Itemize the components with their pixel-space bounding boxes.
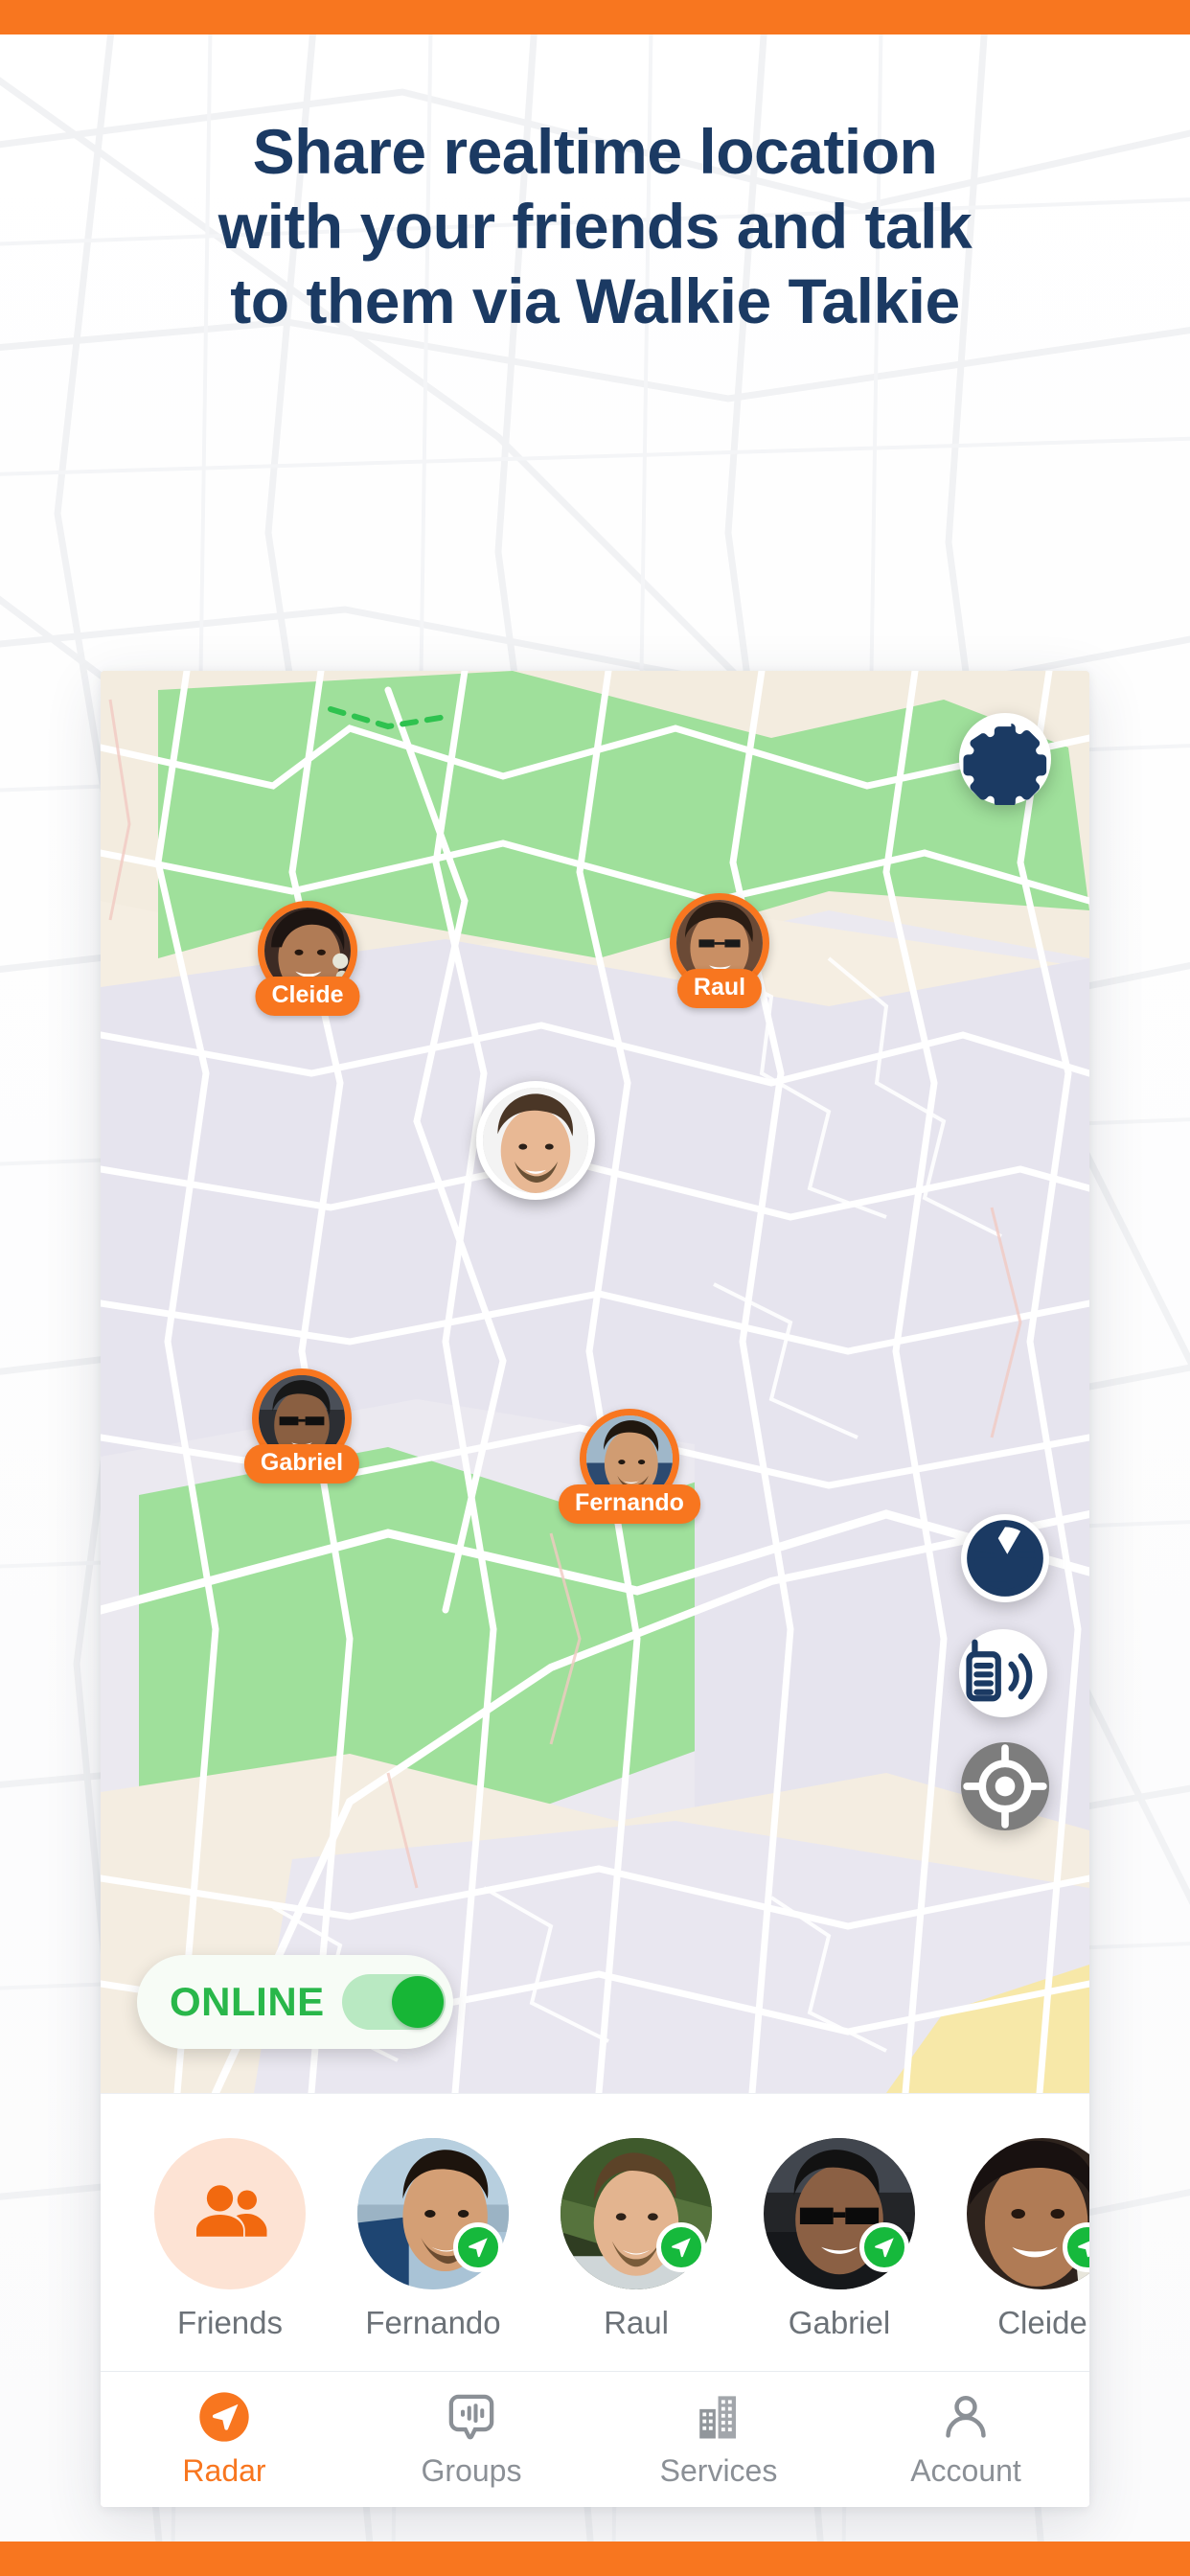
navigation-arrow-icon: [1078, 2241, 1089, 2258]
nav-label-account: Account: [910, 2453, 1021, 2488]
online-toggle-switch[interactable]: [341, 1974, 446, 2030]
headline-line-2: with your friends and talk: [217, 190, 973, 262]
nav-item-services[interactable]: Services: [595, 2390, 842, 2489]
map-pin-label: Fernando: [559, 1484, 700, 1524]
nav-item-radar[interactable]: Radar: [101, 2390, 348, 2489]
gear-icon: [963, 724, 1047, 805]
crosshair-icon: [963, 1744, 1047, 1828]
map-settings-button[interactable]: [959, 713, 1051, 805]
headline-line-3: to them via Walkie Talkie: [230, 264, 960, 336]
services-icon-wrap: [693, 2390, 744, 2444]
navigation-arrow-icon: [199, 2392, 249, 2442]
online-badge: [859, 2222, 909, 2272]
avatar-photo-self: [483, 1088, 588, 1193]
map-pin-raul[interactable]: Raul: [670, 893, 769, 1008]
map-pin-label: Cleide: [255, 977, 360, 1016]
friends-add-button[interactable]: Friends: [154, 2138, 306, 2341]
avatar: [476, 1081, 595, 1200]
person-icon: [946, 2395, 986, 2438]
nav-label-services: Services: [659, 2453, 778, 2488]
map-camera-button[interactable]: [961, 1514, 1049, 1602]
friend-item-cleide[interactable]: Cleide: [967, 2138, 1089, 2341]
phone-screenshot: Cleide Raul Gabriel Fernando ONLINE Frie…: [101, 671, 1089, 2507]
groups-icon-wrap: [446, 2390, 497, 2444]
page-canvas: Share realtime location with your friend…: [0, 34, 1190, 2542]
chat-waveform-icon: [448, 2394, 494, 2440]
friend-name: Raul: [604, 2305, 669, 2340]
map-tiles: [101, 671, 1089, 2093]
friends-add-label: Friends: [176, 2305, 284, 2340]
nav-item-account[interactable]: Account: [842, 2390, 1089, 2489]
online-status-label: ONLINE: [170, 1979, 325, 2024]
locate-me-button[interactable]: [961, 1742, 1049, 1830]
top-accent-bar: [0, 0, 1190, 34]
online-badge: [453, 2222, 503, 2272]
friends-icon-wrap: [154, 2138, 306, 2289]
map-pin-label: Gabriel: [243, 1444, 360, 1484]
friend-item-fernando[interactable]: Fernando: [357, 2138, 509, 2341]
page-title: Share realtime location with your friend…: [0, 115, 1190, 339]
aperture-icon: [967, 1520, 1043, 1597]
map-view[interactable]: Cleide Raul Gabriel Fernando ONLINE: [101, 671, 1089, 2093]
map-pin-fernando[interactable]: Fernando: [559, 1409, 700, 1524]
friend-item-raul[interactable]: Raul: [561, 2138, 712, 2341]
friend-name: Gabriel: [788, 2305, 891, 2340]
friends-carousel[interactable]: Friends Fernando Raul Gabriel Cleide: [101, 2093, 1089, 2369]
navigation-arrow-icon: [875, 2238, 894, 2258]
map-pin-cleide[interactable]: Cleide: [255, 901, 360, 1016]
navigation-arrow-icon: [469, 2238, 488, 2258]
bottom-navigation: Radar Groups Services Account: [101, 2371, 1089, 2507]
radar-icon-wrap: [197, 2390, 251, 2444]
walkie-talkie-icon: [966, 1639, 1033, 1702]
nav-label-radar: Radar: [182, 2453, 266, 2488]
walkie-talkie-button[interactable]: [959, 1629, 1047, 1717]
account-icon-wrap: [940, 2390, 992, 2444]
headline-line-1: Share realtime location: [252, 116, 938, 187]
people-icon: [196, 2185, 267, 2237]
navigation-arrow-icon: [672, 2238, 691, 2258]
map-pin-gabriel[interactable]: Gabriel: [243, 1368, 360, 1484]
friend-item-gabriel[interactable]: Gabriel: [764, 2138, 915, 2341]
online-status-toggle[interactable]: ONLINE: [137, 1955, 453, 2049]
nav-item-groups[interactable]: Groups: [348, 2390, 595, 2489]
online-badge: [656, 2222, 706, 2272]
toggle-knob: [391, 1976, 444, 2028]
friend-name: Cleide: [997, 2305, 1087, 2340]
friend-name: Fernando: [365, 2305, 501, 2340]
buildings-icon: [699, 2396, 736, 2439]
map-pin-label: Raul: [676, 969, 763, 1008]
bottom-accent-bar: [0, 2542, 1190, 2576]
nav-label-groups: Groups: [421, 2453, 522, 2488]
map-pin-self[interactable]: [476, 1081, 595, 1200]
